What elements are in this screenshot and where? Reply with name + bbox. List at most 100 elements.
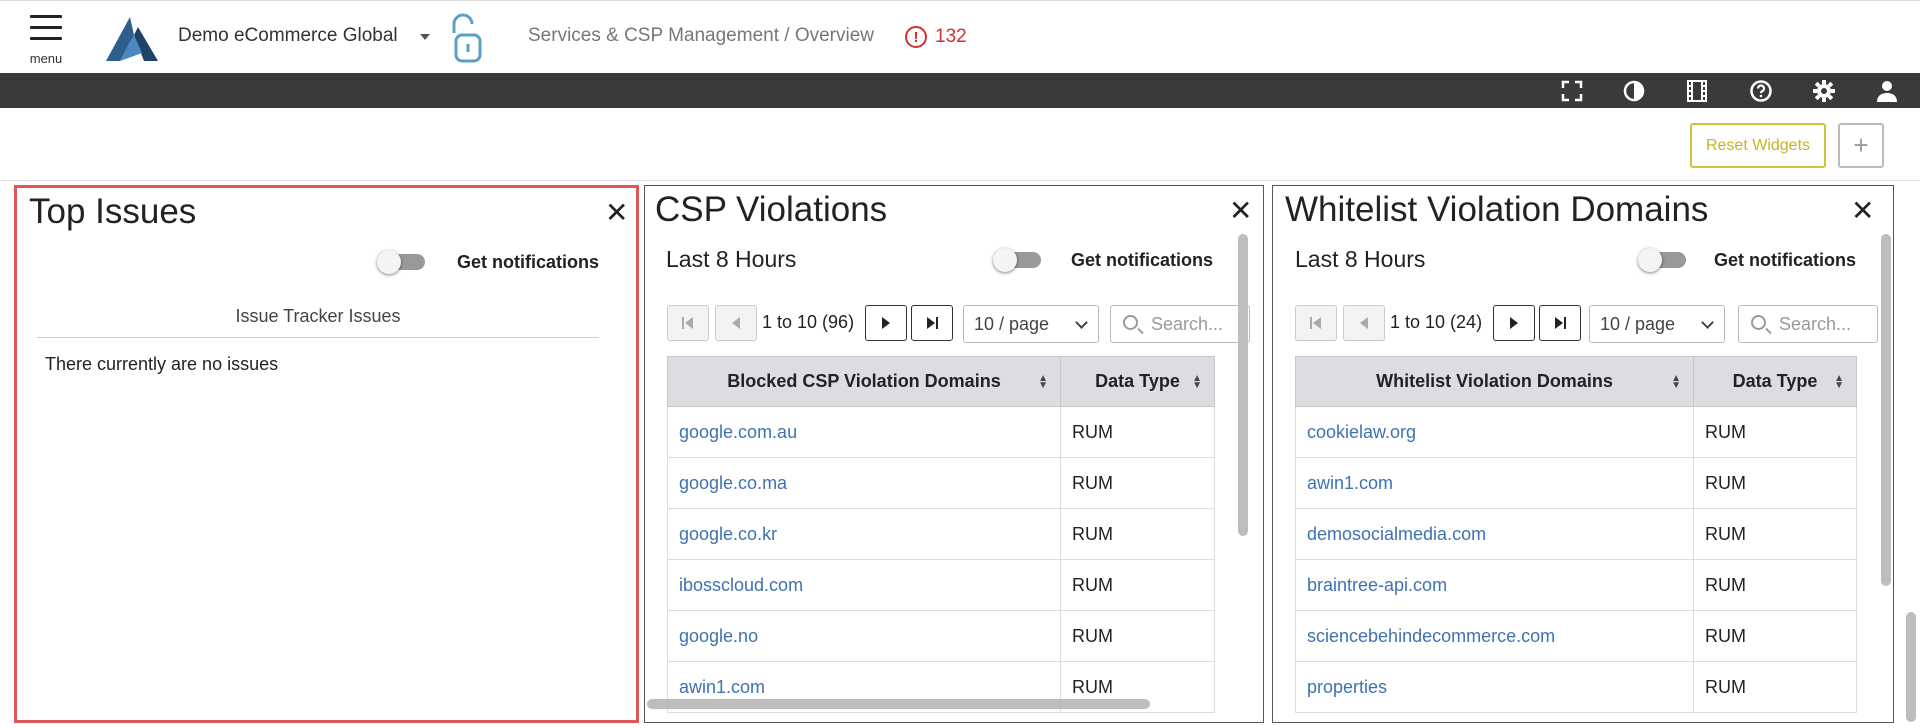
domain-cell: google.co.ma <box>667 457 1061 509</box>
column-header-label: Data Type <box>1732 371 1818 391</box>
table-row: sciencebehindecommerce.com RUM <box>1295 610 1857 662</box>
sort-icon: ▲ ▼ <box>1192 373 1202 391</box>
breadcrumb: Services & CSP Management / Overview <box>528 25 875 46</box>
data-type-cell: RUM <box>1693 457 1857 509</box>
data-type-cell: RUM <box>1693 508 1857 560</box>
column-header-domain[interactable]: Whitelist Violation Domains ▲ ▼ <box>1295 356 1694 407</box>
domain-link[interactable]: sciencebehindecommerce.com <box>1307 626 1555 646</box>
close-icon[interactable]: ✕ <box>605 196 628 229</box>
domain-link[interactable]: google.com.au <box>679 422 797 442</box>
notifications-toggle[interactable] <box>1638 248 1688 272</box>
domain-cell: awin1.com <box>1295 457 1694 509</box>
org-dropdown-caret-icon[interactable] <box>420 34 430 40</box>
next-page-button[interactable] <box>1493 305 1535 341</box>
column-header-domain[interactable]: Blocked CSP Violation Domains ▲ ▼ <box>667 356 1061 407</box>
page-size-value: 10 / page <box>974 313 1050 334</box>
fullscreen-icon[interactable] <box>1559 78 1585 104</box>
film-icon[interactable] <box>1684 78 1710 104</box>
sort-icon: ▲ ▼ <box>1834 373 1844 391</box>
first-page-button[interactable] <box>667 305 709 341</box>
table-row: google.co.kr RUM <box>667 508 1215 560</box>
column-header-data-type[interactable]: Data Type ▲ ▼ <box>1693 356 1857 407</box>
table-row: google.no RUM <box>667 610 1215 662</box>
alert-counter[interactable]: ! 132 <box>905 23 967 51</box>
search-placeholder: Search... <box>1151 313 1224 334</box>
search-input[interactable]: Search... <box>1738 305 1878 343</box>
vertical-scrollbar[interactable] <box>1238 234 1248 536</box>
prev-page-button[interactable] <box>1343 305 1385 341</box>
toggle-knob <box>993 248 1017 272</box>
add-widget-button[interactable]: + <box>1838 123 1884 168</box>
top-issues-widget: Top Issues ✕ Get notifications Issue Tra… <box>14 185 639 723</box>
last-page-icon <box>927 317 938 329</box>
column-header-data-type[interactable]: Data Type ▲ ▼ <box>1060 356 1215 407</box>
settings-icon[interactable] <box>1811 78 1837 104</box>
last-page-button[interactable] <box>911 305 953 341</box>
toggle-knob <box>1638 248 1662 272</box>
domain-cell: google.co.kr <box>667 508 1061 560</box>
column-header-label: Blocked CSP Violation Domains <box>727 371 1001 391</box>
data-type-cell: RUM <box>1060 406 1215 458</box>
divider <box>0 180 1920 181</box>
unlocked-icon[interactable] <box>450 13 486 65</box>
column-header-label: Whitelist Violation Domains <box>1376 371 1613 391</box>
prev-page-button[interactable] <box>715 305 757 341</box>
reset-widgets-button[interactable]: Reset Widgets <box>1690 123 1826 168</box>
sort-icon: ▲ ▼ <box>1671 373 1681 391</box>
domain-link[interactable]: properties <box>1307 677 1387 697</box>
user-icon[interactable] <box>1874 78 1900 104</box>
menu-label: menu <box>29 51 63 66</box>
next-page-icon <box>1510 317 1518 329</box>
column-header-label: Data Type <box>1095 371 1180 391</box>
table-row: google.com.au RUM <box>667 406 1215 458</box>
domain-link[interactable]: awin1.com <box>1307 473 1393 493</box>
page-size-value: 10 / page <box>1600 313 1676 334</box>
top-header: menu Demo eCommerce Global Services & CS… <box>0 0 1920 73</box>
search-input[interactable]: Search... <box>1110 305 1250 343</box>
table-row: cookielaw.org RUM <box>1295 406 1857 458</box>
time-period: Last 8 Hours <box>1295 246 1426 272</box>
contrast-icon[interactable] <box>1621 78 1647 104</box>
last-page-icon <box>1555 317 1566 329</box>
first-page-icon <box>682 317 693 329</box>
domain-link[interactable]: braintree-api.com <box>1307 575 1447 595</box>
first-page-icon <box>1310 317 1321 329</box>
page-size-select[interactable]: 10 / page <box>1589 305 1725 343</box>
toggle-knob <box>377 250 401 274</box>
whitelist-violations-table: Whitelist Violation Domains ▲ ▼ Data Type ▲… <box>1295 356 1857 713</box>
domain-link[interactable]: google.no <box>679 626 758 646</box>
search-placeholder: Search... <box>1779 313 1852 334</box>
whitelist-violations-widget: Whitelist Violation Domains ✕ Last 8 Hou… <box>1272 185 1894 723</box>
horizontal-scrollbar[interactable] <box>647 699 1150 709</box>
domain-link[interactable]: awin1.com <box>679 677 765 697</box>
table-row: ibosscloud.com RUM <box>667 559 1215 611</box>
prev-page-icon <box>1360 317 1368 329</box>
chevron-down-icon <box>1701 316 1714 329</box>
org-selector[interactable]: Demo eCommerce Global <box>178 25 398 47</box>
notifications-label: Get notifications <box>457 252 600 272</box>
first-page-button[interactable] <box>1295 305 1337 341</box>
domain-link[interactable]: cookielaw.org <box>1307 422 1416 442</box>
brand-logo-icon[interactable] <box>104 15 160 63</box>
close-icon[interactable]: ✕ <box>1851 194 1874 227</box>
page-info: 1 to 10 (24) <box>1390 312 1483 332</box>
domain-link[interactable]: ibosscloud.com <box>679 575 803 595</box>
search-icon <box>1123 315 1138 330</box>
next-page-button[interactable] <box>865 305 907 341</box>
domain-link[interactable]: google.co.ma <box>679 473 787 493</box>
table-row: awin1.com RUM <box>1295 457 1857 509</box>
domain-link[interactable]: google.co.kr <box>679 524 777 544</box>
notifications-toggle[interactable] <box>377 250 427 274</box>
help-icon[interactable] <box>1748 78 1774 104</box>
last-page-button[interactable] <box>1539 305 1581 341</box>
menu-button[interactable]: menu <box>26 15 66 69</box>
domain-cell: demosocialmedia.com <box>1295 508 1694 560</box>
close-icon[interactable]: ✕ <box>1229 194 1252 227</box>
toolbar <box>0 73 1920 108</box>
page-vertical-scrollbar[interactable] <box>1906 612 1916 722</box>
notifications-toggle[interactable] <box>993 248 1043 272</box>
vertical-scrollbar[interactable] <box>1881 234 1891 586</box>
data-type-cell: RUM <box>1060 508 1215 560</box>
page-size-select[interactable]: 10 / page <box>963 305 1099 343</box>
domain-link[interactable]: demosocialmedia.com <box>1307 524 1486 544</box>
